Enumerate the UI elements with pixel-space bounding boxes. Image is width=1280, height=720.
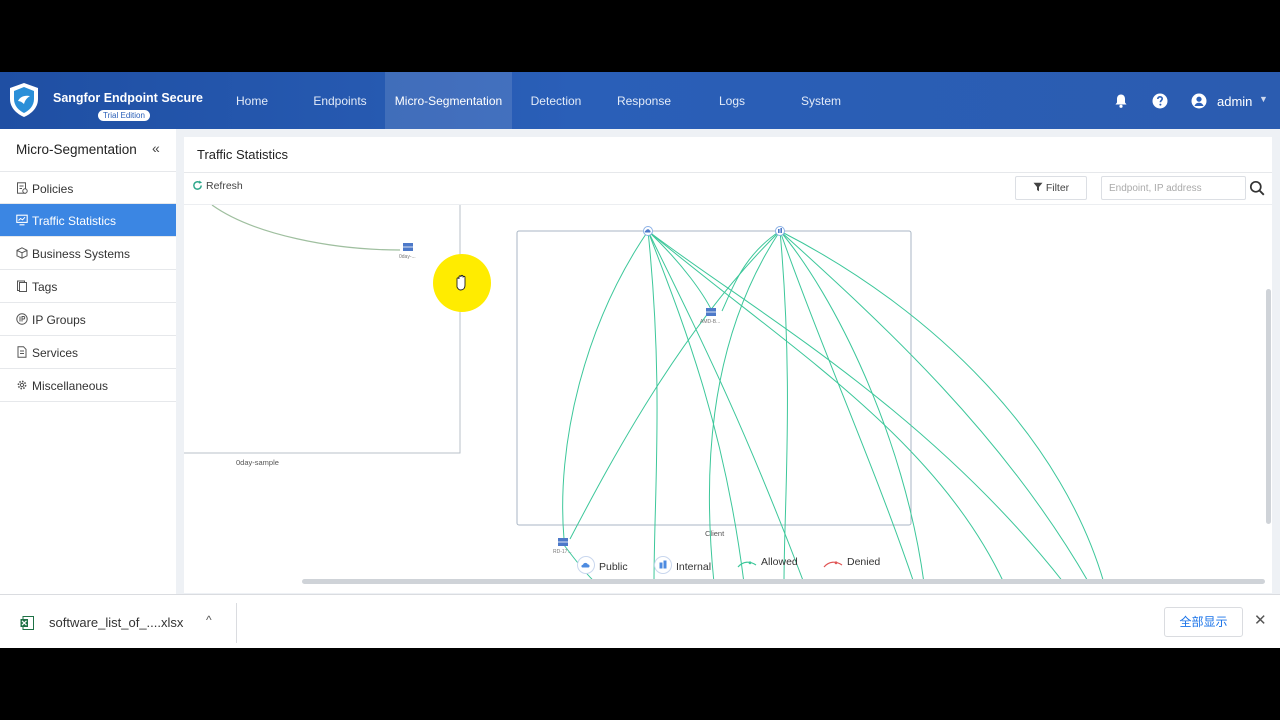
brand-name: Sangfor Endpoint Secure bbox=[53, 91, 204, 105]
cloud-icon bbox=[577, 556, 595, 574]
traffic-edge[interactable] bbox=[779, 230, 915, 583]
help-icon[interactable] bbox=[1152, 93, 1168, 109]
group-label-client: Client bbox=[705, 529, 725, 538]
document-icon bbox=[17, 346, 27, 358]
chevron-up-icon[interactable]: ^ bbox=[206, 613, 212, 627]
download-divider bbox=[236, 603, 237, 643]
sidebar-item-label: Traffic Statistics bbox=[32, 214, 117, 228]
sidebar-item-miscellaneous[interactable]: Miscellaneous bbox=[0, 369, 176, 402]
traffic-edge[interactable] bbox=[779, 230, 925, 583]
cube-icon bbox=[16, 247, 28, 259]
node-label: RD-17... bbox=[553, 549, 572, 555]
traffic-edge[interactable] bbox=[647, 230, 713, 312]
close-icon[interactable]: ✕ bbox=[1254, 611, 1267, 629]
hand-cursor-icon bbox=[456, 274, 466, 291]
top-navigation-bar: Sangfor Endpoint Secure Trial Edition Ho… bbox=[0, 72, 1280, 129]
traffic-edge[interactable] bbox=[562, 230, 649, 540]
traffic-edge[interactable] bbox=[211, 205, 401, 251]
sidebar-item-label: Tags bbox=[32, 280, 58, 294]
nav-logs[interactable]: Logs bbox=[706, 72, 758, 129]
traffic-statistics-panel: Traffic Statistics Refresh Filter 0day-s… bbox=[184, 137, 1272, 593]
app-window: Sangfor Endpoint Secure Trial Edition Ho… bbox=[0, 72, 1280, 648]
legend-denied: Denied bbox=[823, 556, 880, 569]
denied-edge-icon bbox=[823, 561, 843, 568]
sidebar-item-label: Services bbox=[32, 346, 79, 360]
shield-logo-icon bbox=[10, 83, 38, 117]
sidebar-item-label: Miscellaneous bbox=[32, 379, 109, 393]
sidebar-title: Micro-Segmentation bbox=[16, 142, 137, 157]
bell-icon[interactable] bbox=[1113, 93, 1129, 109]
internal-network-node[interactable] bbox=[775, 226, 785, 236]
nav-endpoints[interactable]: Endpoints bbox=[302, 72, 378, 129]
excel-file-icon[interactable] bbox=[20, 616, 34, 630]
sidebar: Micro-Segmentation « Policies Traffic St… bbox=[0, 129, 176, 594]
download-bar: software_list_of_....xlsx ^ 全部显示 ✕ bbox=[0, 594, 1280, 648]
ip-icon bbox=[16, 313, 28, 325]
search-input[interactable] bbox=[1101, 176, 1246, 200]
legend-internal: Internal bbox=[654, 556, 711, 574]
endpoint-node-rd[interactable]: RD-17... bbox=[553, 538, 572, 555]
traffic-edge[interactable] bbox=[647, 230, 658, 583]
monitor-icon bbox=[16, 214, 28, 226]
title-divider bbox=[184, 172, 1272, 173]
nav-response[interactable]: Response bbox=[608, 72, 680, 129]
legend-public: Public bbox=[577, 556, 628, 574]
nav-home[interactable]: Home bbox=[222, 72, 282, 129]
collapse-sidebar-icon[interactable]: « bbox=[152, 140, 160, 156]
sidebar-item-ip-groups[interactable]: IP Groups bbox=[0, 303, 176, 336]
legend-allowed: Allowed bbox=[737, 556, 798, 569]
endpoint-node-0day[interactable]: 0day-... bbox=[399, 243, 416, 260]
search-icon[interactable] bbox=[1249, 180, 1265, 196]
endpoint-node-amd[interactable]: AMD-B... bbox=[700, 308, 720, 325]
traffic-edge[interactable] bbox=[721, 230, 781, 312]
nav-system[interactable]: System bbox=[790, 72, 852, 129]
traffic-graph-canvas[interactable]: 0day-sample 0day-... Client AMD-B... RD-… bbox=[184, 205, 1272, 583]
sidebar-item-tags[interactable]: Tags bbox=[0, 270, 176, 303]
traffic-edges bbox=[562, 230, 1105, 583]
sidebar-item-label: Business Systems bbox=[32, 247, 131, 261]
refresh-label: Refresh bbox=[206, 180, 243, 192]
allowed-edge-icon bbox=[737, 561, 757, 568]
node-label: 0day-... bbox=[399, 254, 416, 260]
traffic-edge[interactable] bbox=[779, 230, 1105, 583]
user-name[interactable]: admin bbox=[1217, 94, 1252, 109]
gear-icon bbox=[17, 380, 27, 390]
show-all-downloads-button[interactable]: 全部显示 bbox=[1164, 607, 1243, 637]
page-title: Traffic Statistics bbox=[197, 147, 289, 162]
traffic-edge[interactable] bbox=[569, 230, 781, 540]
traffic-edge[interactable] bbox=[647, 230, 745, 583]
sidebar-item-services[interactable]: Services bbox=[0, 336, 176, 369]
sidebar-item-policies[interactable]: Policies bbox=[0, 171, 176, 204]
policy-icon bbox=[17, 182, 28, 194]
sidebar-item-label: IP Groups bbox=[32, 313, 86, 327]
public-network-node[interactable] bbox=[643, 226, 653, 236]
group-label-0day-sample: 0day-sample bbox=[236, 458, 279, 467]
traffic-edge[interactable] bbox=[647, 230, 1005, 583]
filter-button[interactable]: Filter bbox=[1015, 176, 1087, 200]
refresh-icon bbox=[193, 180, 203, 190]
refresh-button[interactable]: Refresh bbox=[192, 180, 243, 192]
filter-label: Filter bbox=[1045, 182, 1070, 194]
sidebar-item-traffic-statistics[interactable]: Traffic Statistics bbox=[0, 204, 176, 237]
filter-icon bbox=[1033, 182, 1043, 192]
sidebar-item-label: Policies bbox=[32, 182, 74, 196]
nav-micro-segmentation[interactable]: Micro-Segmentation bbox=[385, 72, 512, 129]
horizontal-scrollbar[interactable] bbox=[302, 579, 1265, 584]
node-label: AMD-B... bbox=[700, 319, 720, 325]
building-icon bbox=[654, 556, 672, 574]
traffic-edge[interactable] bbox=[779, 230, 1090, 583]
traffic-edge[interactable] bbox=[647, 230, 805, 583]
vertical-scrollbar[interactable] bbox=[1266, 289, 1271, 524]
cursor-highlight bbox=[433, 254, 491, 312]
user-icon[interactable] bbox=[1191, 93, 1207, 109]
download-file-name[interactable]: software_list_of_....xlsx bbox=[49, 615, 183, 630]
group-box-0day-sample[interactable] bbox=[184, 205, 461, 454]
user-menu-caret-icon[interactable]: ▼ bbox=[1259, 94, 1268, 104]
sidebar-item-business-systems[interactable]: Business Systems bbox=[0, 237, 176, 270]
edition-badge: Trial Edition bbox=[98, 110, 150, 121]
tag-icon bbox=[17, 280, 27, 292]
nav-detection[interactable]: Detection bbox=[520, 72, 592, 129]
